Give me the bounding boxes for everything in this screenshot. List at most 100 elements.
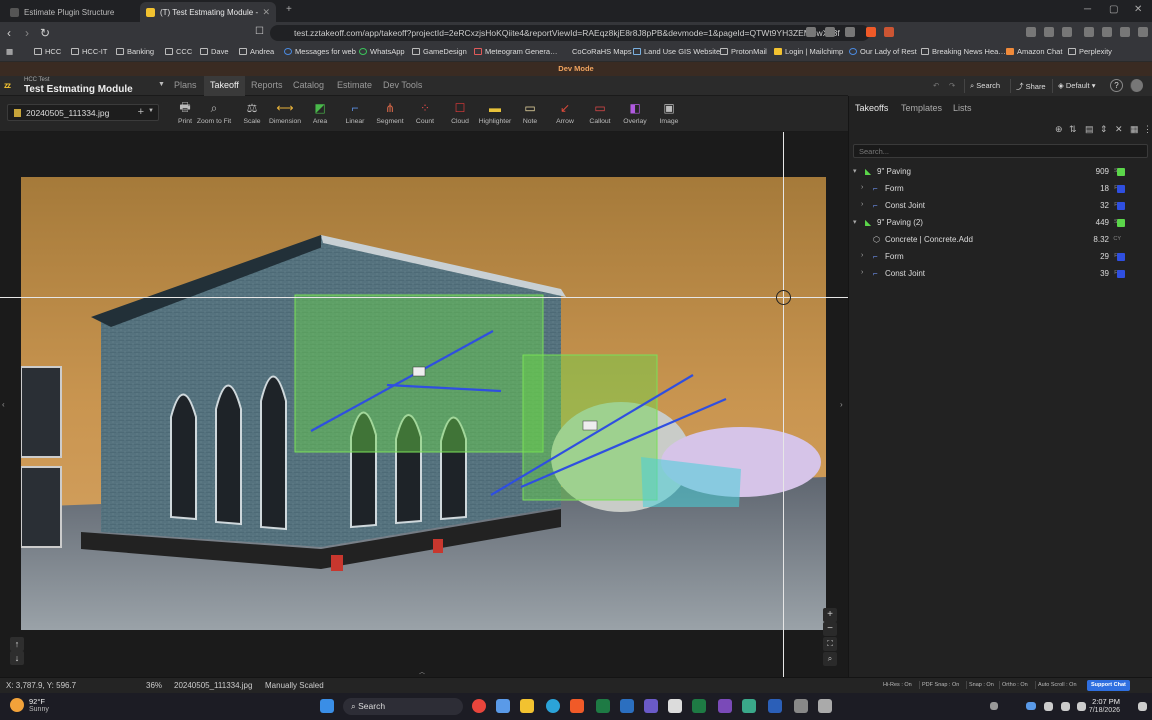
- menu-icon[interactable]: [1138, 27, 1148, 37]
- avatar[interactable]: [1130, 79, 1143, 92]
- support-chat-button[interactable]: Support Chat: [1087, 680, 1130, 691]
- takeoff-row[interactable]: ›⌐Form18FT: [849, 181, 1152, 197]
- maximize-icon[interactable]: ▢: [1109, 4, 1118, 15]
- tool-area[interactable]: ◩ Area: [300, 100, 340, 125]
- share-button[interactable]: ⤴ Share: [1010, 79, 1051, 93]
- tab-catalog[interactable]: Catalog: [290, 80, 327, 90]
- bookmark-item[interactable]: Banking: [116, 47, 154, 56]
- tool-count[interactable]: ⁘ Count: [405, 100, 445, 125]
- volume-icon[interactable]: [1061, 702, 1070, 711]
- zoom-out-icon[interactable]: −: [823, 622, 837, 636]
- bookmark-item[interactable]: HCC-IT: [71, 47, 107, 56]
- battery-icon[interactable]: [1077, 702, 1086, 711]
- redo-icon[interactable]: ↷: [944, 79, 960, 93]
- caret-right-icon[interactable]: ›: [861, 201, 863, 208]
- chevron-right-icon[interactable]: ›: [840, 400, 843, 409]
- tab-plans[interactable]: Plans: [171, 80, 200, 90]
- minimize-icon[interactable]: ─: [1084, 4, 1091, 15]
- bookmark-item[interactable]: Messages for web: [284, 47, 356, 56]
- add-icon[interactable]: +: [138, 106, 144, 118]
- collapse-icon[interactable]: ✕: [1115, 124, 1123, 135]
- bookmark-item[interactable]: Our Lady of Rest: [849, 47, 917, 56]
- close-tab-icon[interactable]: ✕: [262, 7, 270, 18]
- tool-arrow[interactable]: ↙ Arrow: [545, 100, 585, 125]
- caret-right-icon[interactable]: ›: [861, 184, 863, 191]
- color-swatch[interactable]: [1117, 202, 1125, 210]
- edge-icon[interactable]: [546, 699, 560, 713]
- caret-down-icon[interactable]: ▾: [853, 218, 857, 226]
- takeoff-row[interactable]: ›⌐Const Joint32FT: [849, 198, 1152, 214]
- chevron-up-icon[interactable]: [990, 702, 998, 710]
- clock-time[interactable]: 2:07 PM: [1092, 697, 1120, 706]
- tool-image[interactable]: ▣ Image: [649, 100, 689, 125]
- bookmark-item[interactable]: HCC: [34, 47, 61, 56]
- notification-icon[interactable]: [1138, 702, 1147, 711]
- sun-icon[interactable]: [10, 698, 24, 712]
- extension-icon[interactable]: [845, 27, 855, 37]
- project-title[interactable]: Test Estmating Module: [24, 84, 133, 95]
- tool-callout[interactable]: ▭ Callout: [580, 100, 620, 125]
- group-icon[interactable]: ▤: [1085, 124, 1094, 135]
- page-up-icon[interactable]: ↑: [10, 637, 24, 651]
- copilot-icon[interactable]: [496, 699, 510, 713]
- add-takeoff-icon[interactable]: ⊕: [1055, 124, 1063, 135]
- browser-tab-1[interactable]: Estimate Plugin Structure: [4, 2, 136, 22]
- share-icon[interactable]: [825, 27, 835, 37]
- more-icon[interactable]: ⋮: [1143, 124, 1152, 135]
- takeoff-row[interactable]: ⬡ Concrete | Concrete.Add 8.32 CY: [849, 232, 1152, 248]
- bookmark-item[interactable]: Amazon Chat: [1006, 47, 1062, 56]
- apps-icon[interactable]: ▦: [6, 47, 13, 56]
- chevron-left-icon[interactable]: ‹: [2, 400, 5, 409]
- color-swatch[interactable]: [1117, 168, 1125, 176]
- word-icon[interactable]: [768, 699, 782, 713]
- app-icon[interactable]: [742, 699, 756, 713]
- bookmark-item[interactable]: Dave: [200, 47, 229, 56]
- chevron-down-icon[interactable]: ▼: [158, 81, 165, 88]
- calculator-icon[interactable]: [668, 699, 682, 713]
- scale-status[interactable]: Manually Scaled: [265, 681, 324, 690]
- bookmark-item[interactable]: Breaking News Hea…: [921, 47, 1006, 56]
- takeoff-canvas[interactable]: ‹ › ︿ + − ⛶ ⌕ ↑ ↓: [0, 132, 848, 677]
- columns-icon[interactable]: ▦: [1130, 124, 1139, 135]
- file-explorer-icon[interactable]: [520, 699, 534, 713]
- tab-dev-tools[interactable]: Dev Tools: [380, 80, 425, 90]
- extensions-icon[interactable]: [1026, 27, 1036, 37]
- auto-scroll-toggle[interactable]: Auto Scroll : On: [1035, 681, 1079, 689]
- tool-segment[interactable]: ⋔ Segment: [370, 100, 410, 125]
- bookmark-icon[interactable]: ☐: [255, 26, 264, 37]
- color-swatch[interactable]: [1117, 270, 1125, 278]
- onedrive-icon[interactable]: [1026, 702, 1036, 710]
- file-select[interactable]: 20240505_111334.jpg + ▼: [7, 104, 159, 121]
- new-tab-icon[interactable]: +: [286, 4, 292, 15]
- caret-down-icon[interactable]: ▾: [853, 167, 857, 175]
- fit-screen-icon[interactable]: ⛶: [823, 637, 837, 651]
- bookmark-item[interactable]: GameDesign: [412, 47, 467, 56]
- weather-condition[interactable]: Sunny: [29, 706, 49, 713]
- tab-takeoffs[interactable]: Takeoffs: [855, 103, 888, 113]
- color-swatch[interactable]: [1117, 219, 1125, 227]
- tool-icon[interactable]: [794, 699, 808, 713]
- takeoff-row[interactable]: ›⌐Form29FT: [849, 249, 1152, 265]
- tool-cloud[interactable]: ☐ Cloud: [440, 100, 480, 125]
- extension-icon[interactable]: [1044, 27, 1054, 37]
- tab-takeoff[interactable]: Takeoff: [204, 76, 245, 96]
- sidebar-icon[interactable]: [1084, 27, 1094, 37]
- bookmark-item[interactable]: Land Use GIS Website: [633, 47, 720, 56]
- bookmark-item[interactable]: CCC: [165, 47, 192, 56]
- help-icon[interactable]: ?: [1110, 79, 1123, 92]
- tool-linear[interactable]: ⌐ Linear: [335, 100, 375, 125]
- clock-date[interactable]: 7/18/2026: [1089, 707, 1120, 714]
- magnifier-icon[interactable]: ⌕: [823, 652, 837, 666]
- takeoff-row[interactable]: ▾◣9" Paving (2)449SF: [849, 215, 1152, 231]
- excel-icon[interactable]: [596, 699, 610, 713]
- url-field[interactable]: test.zztakeoff.com/app/takeoff?projectId…: [270, 25, 870, 41]
- pdf-snap-toggle[interactable]: PDF Snap : On: [919, 681, 961, 689]
- network-icon[interactable]: [1044, 702, 1053, 711]
- taskbar-search[interactable]: ⌕ Search: [343, 698, 463, 715]
- chevron-down-icon[interactable]: ▼: [148, 108, 154, 114]
- tool-highlighter[interactable]: ▬ Highlighter: [475, 100, 515, 125]
- start-icon[interactable]: [320, 699, 334, 713]
- bookmark-item[interactable]: ProtonMail: [720, 47, 767, 56]
- tool-zoom-to-fit[interactable]: ⌕ Zoom to Fit: [194, 100, 234, 126]
- browser-tab-2[interactable]: (T) Test Estmating Module - 202… ✕: [140, 2, 276, 22]
